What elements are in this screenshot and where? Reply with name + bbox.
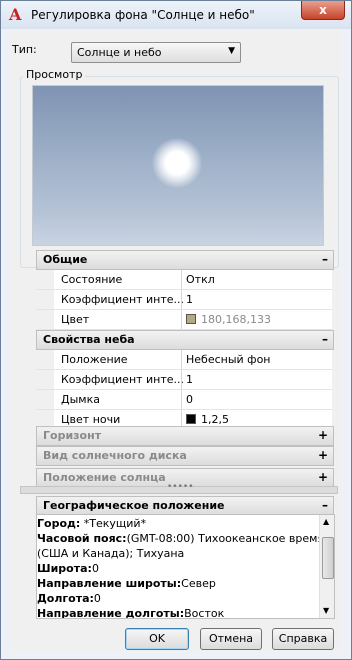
property-key: Положение xyxy=(61,353,128,366)
vertical-scrollbar[interactable]: ▲ ▼ xyxy=(319,515,334,618)
color-value-text: 180,168,133 xyxy=(201,313,271,326)
close-button[interactable]: x xyxy=(301,1,345,20)
window-title: Регулировка фона "Солнце и небо" xyxy=(31,8,255,22)
scroll-up-icon[interactable]: ▲ xyxy=(323,517,329,526)
section-general-header[interactable]: Общие – xyxy=(36,250,334,270)
sun-glow xyxy=(152,138,202,188)
property-row-state[interactable]: Состояние Откл xyxy=(36,270,332,290)
dialog-window: A Регулировка фона "Солнце и небо" x Тип… xyxy=(0,0,352,660)
property-value[interactable]: 0 xyxy=(186,393,193,406)
property-row-intensity[interactable]: Коэффициент инте... 1 xyxy=(36,290,332,310)
geo-info-panel: Город: *Текущий* Часовой пояс:(GMT-08:00… xyxy=(36,514,335,619)
property-key: Дымка xyxy=(61,393,100,406)
expand-icon[interactable]: + xyxy=(318,428,328,442)
property-key: Цвет ночи xyxy=(61,413,121,426)
property-value-color[interactable]: 180,168,133 xyxy=(186,313,271,326)
section-geo-header[interactable]: Географическое положение – xyxy=(36,496,334,516)
property-key: Состояние xyxy=(61,273,123,286)
geo-timezone-line: Часовой пояс:(GMT-08:00) Тихоокеанское в… xyxy=(37,532,325,545)
property-key: Цвет xyxy=(61,313,90,326)
dialog-client: Тип: Солнце и небо ▼ Просмотр Общие – Со… xyxy=(9,29,342,651)
property-row-haze[interactable]: Дымка 0 xyxy=(36,390,332,410)
geo-lat-direction-line: Направление широты:Север xyxy=(37,577,216,590)
night-color-value-text: 1,2,5 xyxy=(201,413,229,426)
color-swatch xyxy=(186,414,196,424)
property-row-position[interactable]: Положение Небесный фон xyxy=(36,350,332,370)
collapse-icon[interactable]: – xyxy=(322,252,328,266)
collapse-icon[interactable]: – xyxy=(322,498,328,512)
property-row-intensity[interactable]: Коэффициент инте... 1 xyxy=(36,370,332,390)
scroll-down-icon[interactable]: ▼ xyxy=(323,606,329,615)
property-value[interactable]: 1 xyxy=(186,373,193,386)
geo-city-line: Город: *Текущий* xyxy=(37,517,147,530)
cancel-button[interactable]: Отмена xyxy=(200,628,262,650)
property-value[interactable]: Откл xyxy=(186,273,215,286)
close-icon: x xyxy=(319,3,327,17)
help-button[interactable]: Справка xyxy=(272,628,334,650)
scroll-thumb[interactable] xyxy=(322,537,334,579)
property-key: Коэффициент инте... xyxy=(61,293,185,306)
geo-longitude-line: Долгота:0 xyxy=(37,592,101,605)
collapse-icon[interactable]: – xyxy=(322,332,328,346)
section-sun-disk-title: Вид солнечного диска xyxy=(43,449,187,462)
section-geo-title: Географическое положение xyxy=(43,499,225,512)
type-label: Тип: xyxy=(12,43,37,56)
property-value-night-color[interactable]: 1,2,5 xyxy=(186,413,229,426)
section-horizon-title: Горизонт xyxy=(43,429,102,442)
section-sky-title: Свойства неба xyxy=(43,333,135,346)
property-key: Коэффициент инте... xyxy=(61,373,185,386)
type-dropdown[interactable]: Солнце и небо ▼ xyxy=(71,42,241,63)
section-horizon-header[interactable]: Горизонт + xyxy=(36,426,334,446)
expand-icon[interactable]: + xyxy=(318,448,328,462)
property-value[interactable]: Небесный фон xyxy=(186,353,271,366)
section-general-title: Общие xyxy=(43,253,88,266)
geo-latitude-line: Широта:0 xyxy=(37,562,99,575)
type-dropdown-value: Солнце и небо xyxy=(77,46,162,59)
grip-icon: ••••• xyxy=(167,482,194,492)
property-row-color[interactable]: Цвет 180,168,133 xyxy=(36,310,332,330)
section-sun-disk-header[interactable]: Вид солнечного диска + xyxy=(36,446,334,466)
geo-lon-direction-line: Направление долготы:Восток xyxy=(37,607,225,619)
geo-timezone-line-cont: (США и Канада); Тихуана xyxy=(37,547,185,560)
expand-icon[interactable]: + xyxy=(318,470,328,484)
section-sun-position-title: Положение солнца xyxy=(43,471,166,484)
section-sky-header[interactable]: Свойства неба – xyxy=(36,330,334,350)
property-value[interactable]: 1 xyxy=(186,293,193,306)
color-swatch xyxy=(186,314,196,324)
title-bar[interactable]: A Регулировка фона "Солнце и небо" x xyxy=(1,1,351,29)
panel-splitter[interactable]: ••••• xyxy=(20,482,338,494)
chevron-down-icon: ▼ xyxy=(228,46,235,56)
ok-button[interactable]: OK xyxy=(125,628,189,650)
sky-preview-image xyxy=(32,85,324,246)
preview-label: Просмотр xyxy=(23,68,86,81)
autocad-app-icon: A xyxy=(9,5,22,24)
